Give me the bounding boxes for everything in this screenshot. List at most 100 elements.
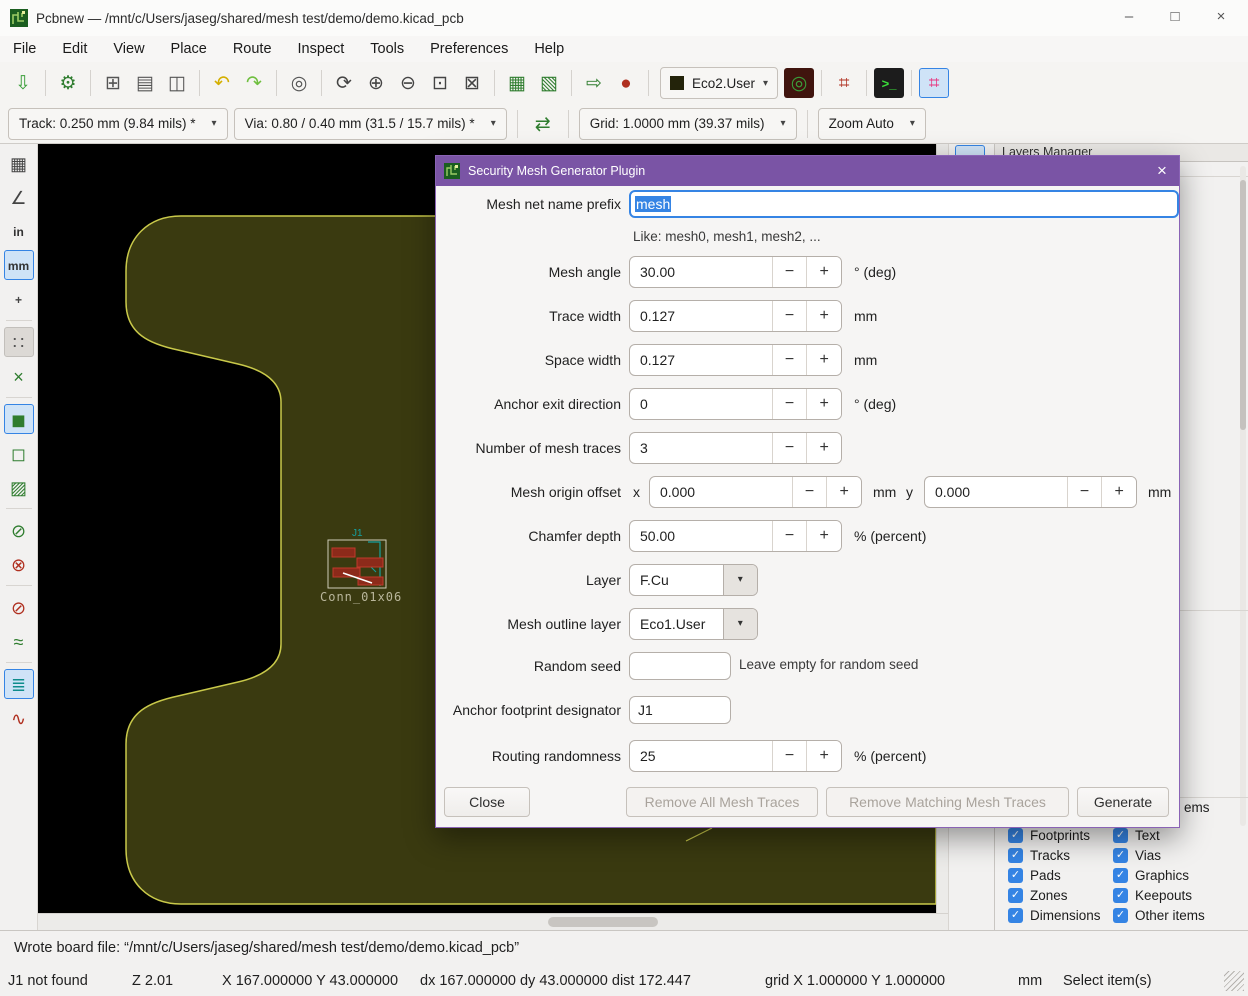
cursor-shape-icon[interactable]: + [4, 284, 34, 314]
via-display-icon[interactable]: ◎ [784, 68, 814, 98]
filter-item-tracks[interactable]: ✓Tracks [1008, 846, 1070, 864]
track-width-dropdown[interactable]: Track: 0.250 mm (9.84 mils) * ▾ [8, 108, 228, 140]
spin-minus-button[interactable]: − [772, 257, 807, 287]
close-button[interactable]: × [1206, 4, 1236, 30]
outline-layer-combobox[interactable]: Eco1.User ▾ [629, 608, 758, 640]
drc-ladybug-icon[interactable]: ● [611, 68, 641, 98]
find-icon[interactable]: ◎ [284, 68, 314, 98]
redo-icon[interactable]: ↷ [239, 68, 269, 98]
board-setup-icon[interactable]: ⚙ [53, 68, 83, 98]
space-width-spinbox[interactable]: 0.127 − + [629, 344, 842, 376]
vias-sketch-icon[interactable]: ⊘ [4, 515, 34, 545]
net-inspect-icon[interactable]: ⌗ [829, 68, 859, 98]
close-button[interactable]: Close [444, 787, 530, 817]
offset-y-spinbox[interactable]: 0.000 − + [924, 476, 1137, 508]
footprint-search-icon[interactable]: ▧ [534, 68, 564, 98]
random-seed-input[interactable] [629, 652, 731, 680]
checkbox-checked[interactable]: ✓ [1113, 888, 1128, 903]
auto-track-width-icon[interactable]: ⇄ [528, 109, 558, 139]
layers-scrollbar[interactable] [1240, 166, 1246, 826]
grid-visibility-icon[interactable]: ▦ [4, 148, 34, 178]
filter-item-text[interactable]: ✓Text [1113, 826, 1160, 844]
filter-item-graphics[interactable]: ✓Graphics [1113, 866, 1189, 884]
filter-item-zones[interactable]: ✓Zones [1008, 886, 1068, 904]
remove-matching-button[interactable]: Remove Matching Mesh Traces [826, 787, 1069, 817]
checkbox-checked[interactable]: ✓ [1113, 848, 1128, 863]
menu-view[interactable]: View [100, 36, 157, 62]
spin-minus-button[interactable]: − [772, 741, 807, 771]
zones-filled-icon[interactable]: ◼ [4, 404, 34, 434]
spin-minus-button[interactable]: − [772, 345, 807, 375]
via-size-dropdown[interactable]: Via: 0.80 / 0.40 mm (31.5 / 15.7 mils) *… [234, 108, 507, 140]
checkbox-checked[interactable]: ✓ [1113, 868, 1128, 883]
menu-edit[interactable]: Edit [49, 36, 100, 62]
dialog-close-icon[interactable]: × [1145, 161, 1179, 181]
spin-minus-button[interactable]: − [772, 301, 807, 331]
dialog-title-bar[interactable]: Security Mesh Generator Plugin × [436, 156, 1179, 186]
filter-item-dimensions[interactable]: ✓Dimensions [1008, 906, 1101, 924]
anchor-exit-spinbox[interactable]: 0 − + [629, 388, 842, 420]
checkbox-checked[interactable]: ✓ [1008, 828, 1023, 843]
mesh-net-prefix-input[interactable]: mesh [629, 190, 1179, 218]
page-settings-icon[interactable]: ⊞ [98, 68, 128, 98]
zones-outline-icon[interactable]: ◻ [4, 438, 34, 468]
print-icon[interactable]: ▤ [130, 68, 160, 98]
plot-icon[interactable]: ◫ [162, 68, 192, 98]
layers-manager-toggle-icon[interactable]: ≣ [4, 669, 34, 699]
filter-item-pads[interactable]: ✓Pads [1008, 866, 1061, 884]
zoom-selection-icon[interactable]: ⊠ [457, 68, 487, 98]
chevron-down-icon[interactable]: ▾ [723, 565, 757, 595]
filter-item-keepouts[interactable]: ✓Keepouts [1113, 886, 1192, 904]
inspect-crossprobe-icon[interactable]: ⊗ [4, 549, 34, 579]
trace-width-spinbox[interactable]: 0.127 − + [629, 300, 842, 332]
spin-minus-button[interactable]: − [772, 521, 807, 551]
footprint-icon[interactable]: ▦ [502, 68, 532, 98]
spin-plus-button[interactable]: + [806, 345, 841, 375]
units-inches-icon[interactable]: in [4, 216, 34, 246]
offset-x-spinbox[interactable]: 0.000 − + [649, 476, 862, 508]
zoom-out-icon[interactable]: ⊖ [393, 68, 423, 98]
undo-icon[interactable]: ↶ [207, 68, 237, 98]
layer-combobox[interactable]: F.Cu ▾ [629, 564, 758, 596]
zoom-in-icon[interactable]: ⊕ [361, 68, 391, 98]
refresh-view-icon[interactable]: ⟳ [329, 68, 359, 98]
spin-plus-button[interactable]: + [806, 741, 841, 771]
mesh-plugin-icon[interactable]: ⌗ [919, 68, 949, 98]
menu-file[interactable]: File [0, 36, 49, 62]
update-pcb-icon[interactable]: ⇨ [579, 68, 609, 98]
menu-tools[interactable]: Tools [357, 36, 417, 62]
scrollbar-thumb[interactable] [548, 917, 658, 927]
maximize-button[interactable]: □ [1160, 4, 1190, 30]
num-traces-spinbox[interactable]: 3 − + [629, 432, 842, 464]
zoom-dropdown[interactable]: Zoom Auto ▾ [818, 108, 926, 140]
spin-minus-button[interactable]: − [772, 433, 807, 463]
minimize-button[interactable]: – [1114, 4, 1144, 30]
spin-minus-button[interactable]: − [1067, 477, 1102, 507]
spin-plus-button[interactable]: + [826, 477, 861, 507]
spin-plus-button[interactable]: + [1101, 477, 1136, 507]
checkbox-checked[interactable]: ✓ [1008, 848, 1023, 863]
randomness-spinbox[interactable]: 25 − + [629, 740, 842, 772]
menu-route[interactable]: Route [220, 36, 285, 62]
microwave-tools-icon[interactable]: ∿ [4, 703, 34, 733]
chevron-down-icon[interactable]: ▾ [723, 609, 757, 639]
checkbox-checked[interactable]: ✓ [1113, 908, 1128, 923]
resize-grip[interactable] [1224, 971, 1244, 991]
menu-place[interactable]: Place [158, 36, 220, 62]
menu-preferences[interactable]: Preferences [417, 36, 521, 62]
spin-plus-button[interactable]: + [806, 389, 841, 419]
chamfer-spinbox[interactable]: 50.00 − + [629, 520, 842, 552]
ratsnest-lines-icon[interactable]: × [4, 361, 34, 391]
scrollbar-thumb[interactable] [1240, 180, 1246, 430]
spin-plus-button[interactable]: + [806, 521, 841, 551]
anchor-designator-input[interactable]: J1 [629, 696, 731, 724]
tracks-sketch-icon[interactable]: ⊘ [4, 592, 34, 622]
filter-item-vias[interactable]: ✓Vias [1113, 846, 1161, 864]
polar-coords-icon[interactable]: ∠ [4, 182, 34, 212]
checkbox-checked[interactable]: ✓ [1008, 868, 1023, 883]
grid-dropdown[interactable]: Grid: 1.0000 mm (39.37 mils) ▾ [579, 108, 797, 140]
scripting-console-icon[interactable]: >_ [874, 68, 904, 98]
curved-ratsnest-icon[interactable]: ≈ [4, 626, 34, 656]
filter-item-other-items[interactable]: ✓Other items [1113, 906, 1205, 924]
spin-plus-button[interactable]: + [806, 257, 841, 287]
